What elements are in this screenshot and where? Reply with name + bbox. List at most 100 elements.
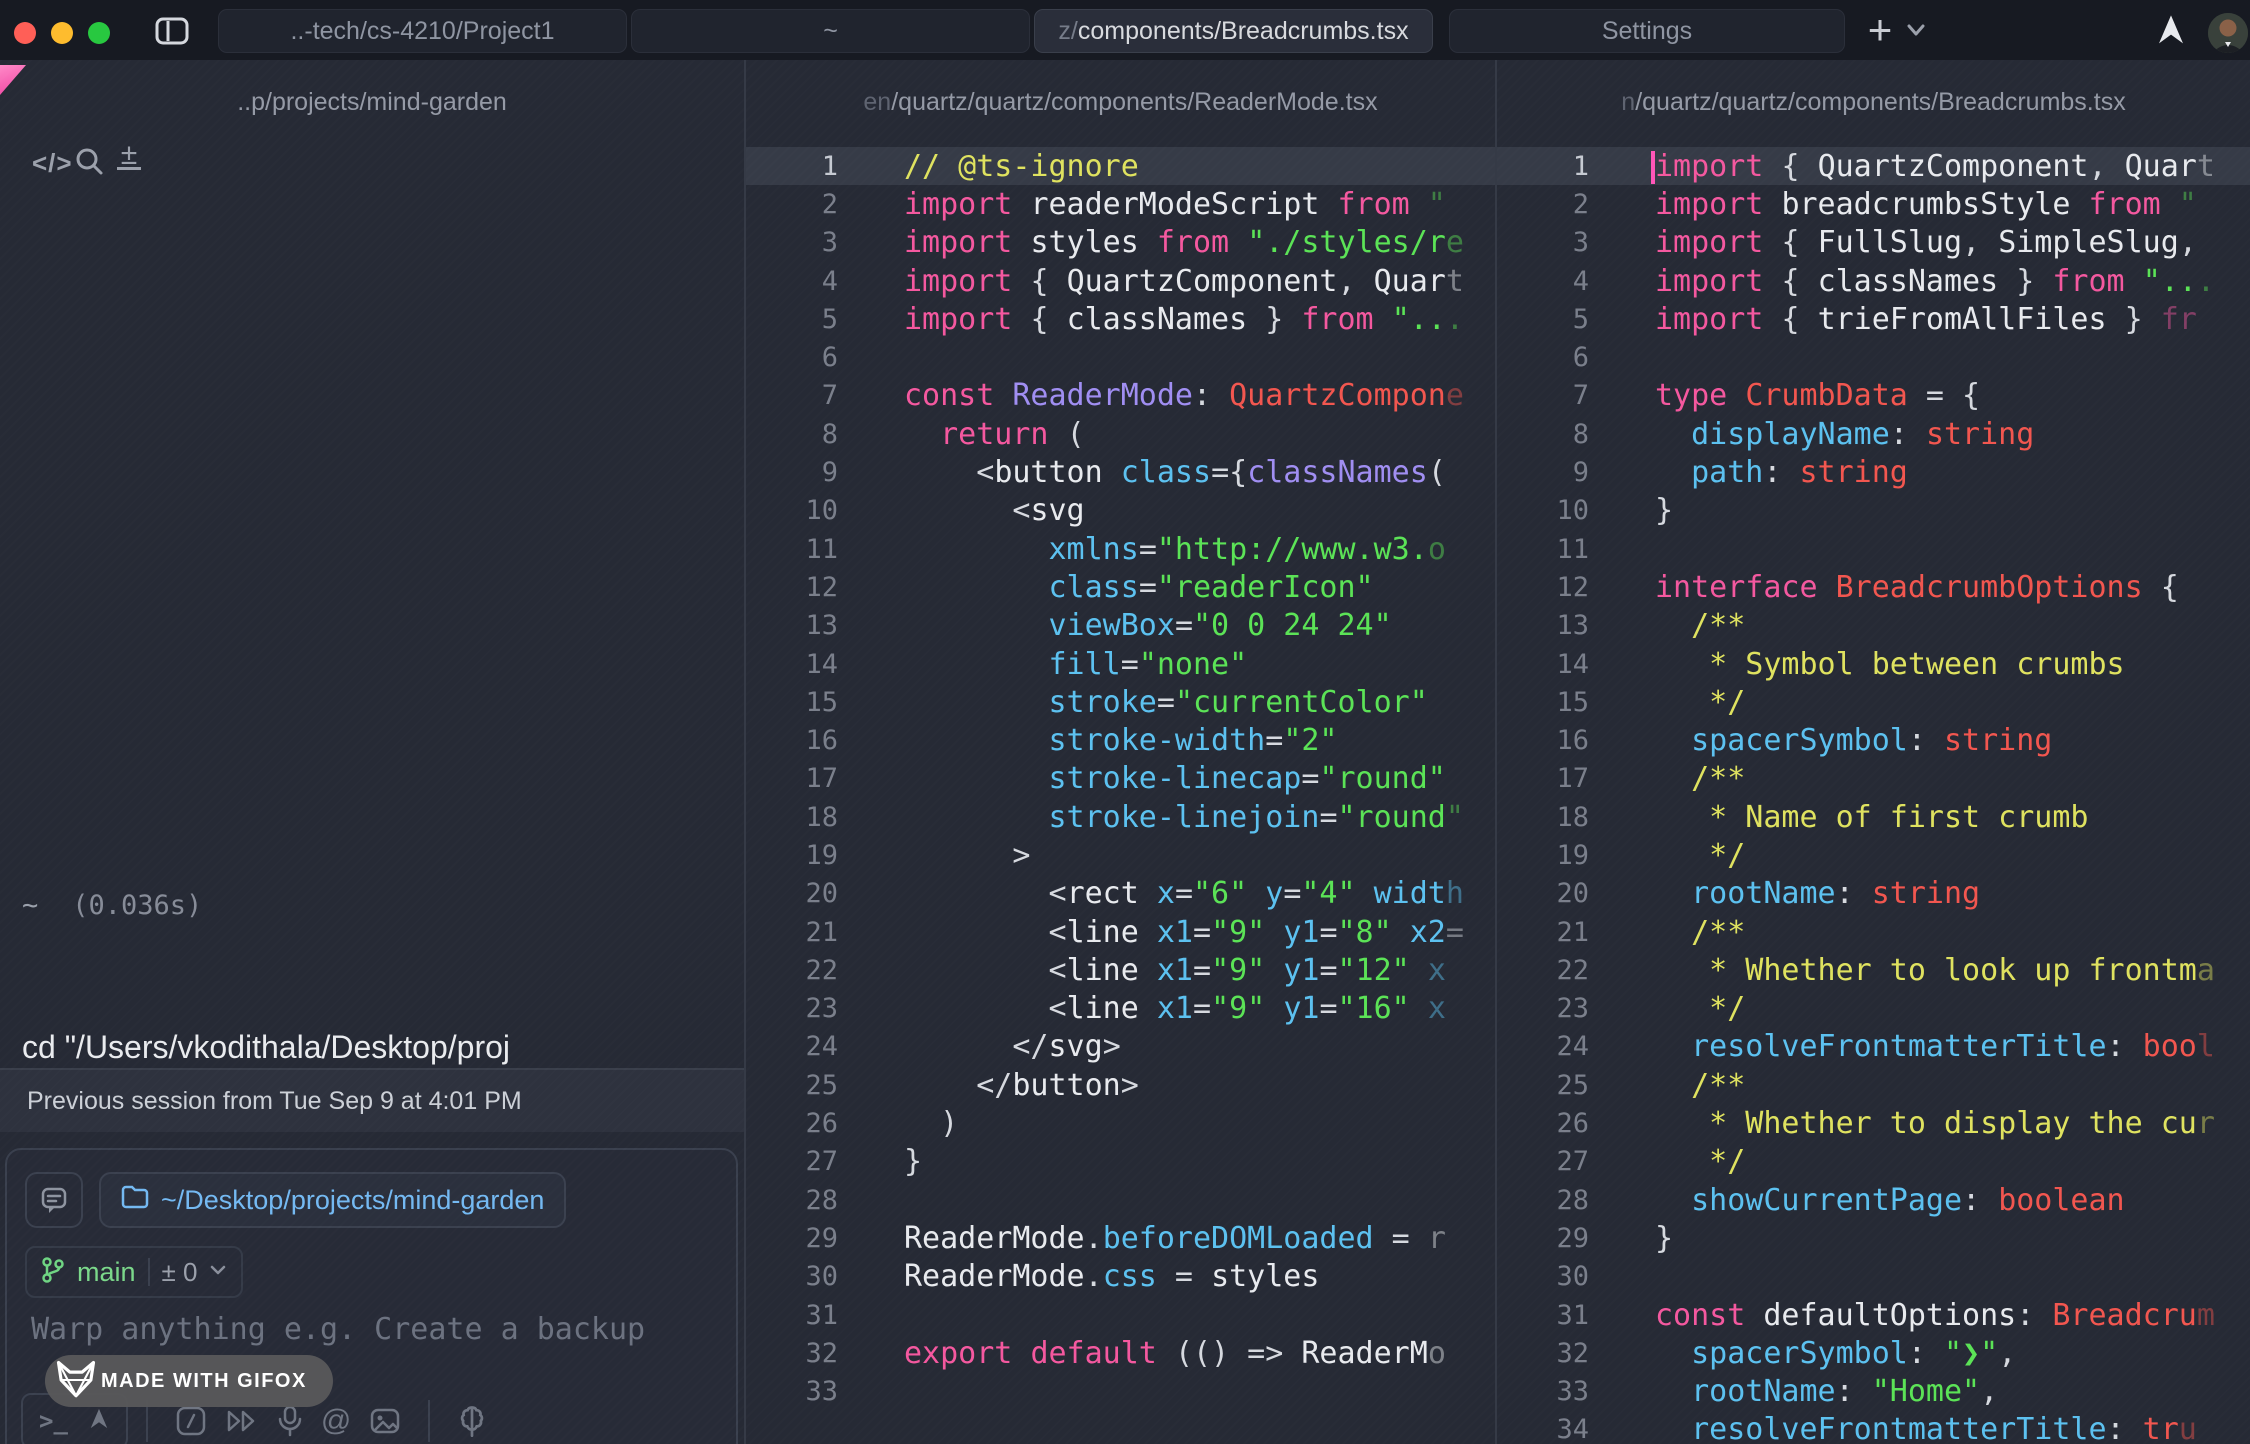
slash-command-icon[interactable] bbox=[175, 1405, 207, 1437]
code-line[interactable]: 11 xmlns="http://www.w3.o bbox=[746, 530, 1495, 568]
code-line[interactable]: 5import { trieFromAllFiles } fr bbox=[1497, 300, 2250, 338]
code-line[interactable]: 7type CrumbData = { bbox=[1497, 377, 2250, 415]
code-line[interactable]: 21 /** bbox=[1497, 913, 2250, 951]
code-view[interactable]: 1// @ts-ignore2import readerModeScript f… bbox=[746, 147, 1495, 1411]
code-line[interactable]: 16 stroke-width="2" bbox=[746, 721, 1495, 759]
code-line[interactable]: 12interface BreadcrumbOptions { bbox=[1497, 568, 2250, 606]
code-line[interactable]: 27 */ bbox=[1497, 1143, 2250, 1181]
code-line[interactable]: 13 /** bbox=[1497, 607, 2250, 645]
terminal-pane[interactable]: </> ± ..p/projects/mind-garden ~(0.036s)… bbox=[0, 60, 746, 1444]
code-line[interactable]: 34 resolveFrontmatterTitle: tru bbox=[1497, 1411, 2250, 1444]
code-line[interactable]: 11 bbox=[1497, 530, 2250, 568]
code-line[interactable]: 32 spacerSymbol: "❯", bbox=[1497, 1334, 2250, 1372]
code-line[interactable]: 15 stroke="currentColor" bbox=[746, 683, 1495, 721]
code-line[interactable]: 1// @ts-ignore bbox=[746, 147, 1495, 185]
code-line[interactable]: 3import styles from "./styles/re bbox=[746, 224, 1495, 262]
code-view-icon[interactable]: </> bbox=[32, 148, 73, 179]
code-line[interactable]: 15 */ bbox=[1497, 683, 2250, 721]
code-line[interactable]: 14 fill="none" bbox=[746, 645, 1495, 683]
code-line[interactable]: 8 return ( bbox=[746, 415, 1495, 453]
code-line[interactable]: 22 <line x1="9" y1="12" x bbox=[746, 951, 1495, 989]
code-line[interactable]: 27} bbox=[746, 1143, 1495, 1181]
code-line[interactable]: 6 bbox=[746, 338, 1495, 376]
code-line[interactable]: 2import breadcrumbsStyle from " bbox=[1497, 185, 2250, 223]
code-line[interactable]: 26 ) bbox=[746, 1104, 1495, 1142]
code-line[interactable]: 28 bbox=[746, 1181, 1495, 1219]
minimize-window-button[interactable] bbox=[51, 22, 73, 44]
code-line[interactable]: 7const ReaderMode: QuartzCompone bbox=[746, 377, 1495, 415]
tab-home[interactable]: ~ bbox=[631, 9, 1030, 53]
tab-breadcrumbs[interactable]: z/components/Breadcrumbs.tsx bbox=[1034, 9, 1433, 53]
code-line[interactable]: 20 rootName: string bbox=[1497, 875, 2250, 913]
code-line[interactable]: 24 </svg> bbox=[746, 1028, 1495, 1066]
code-line[interactable]: 20 <rect x="6" y="4" width bbox=[746, 875, 1495, 913]
command-input-placeholder[interactable]: Warp anything e.g. Create a backup bbox=[31, 1312, 645, 1347]
code-line[interactable]: 10 <svg bbox=[746, 492, 1495, 530]
add-block-icon[interactable]: ± bbox=[117, 144, 141, 170]
code-line[interactable]: 18 * Name of first crumb bbox=[1497, 798, 2250, 836]
warp-ai-mode-icon[interactable] bbox=[88, 1407, 110, 1436]
code-line[interactable]: 22 * Whether to look up frontma bbox=[1497, 951, 2250, 989]
code-line[interactable]: 5import { classNames } from "... bbox=[746, 300, 1495, 338]
image-attach-icon[interactable] bbox=[369, 1407, 401, 1435]
code-line[interactable]: 30ReaderMode.css = styles bbox=[746, 1258, 1495, 1296]
code-line[interactable]: 31const defaultOptions: Breadcrum bbox=[1497, 1296, 2250, 1334]
code-line[interactable]: 6 bbox=[1497, 338, 2250, 376]
code-line[interactable]: 25 /** bbox=[1497, 1066, 2250, 1104]
code-line[interactable]: 17 stroke-linecap="round" bbox=[746, 760, 1495, 798]
avatar[interactable] bbox=[2208, 13, 2248, 53]
chevron-down-icon[interactable] bbox=[209, 1263, 227, 1281]
code-line[interactable]: 33 rootName: "Home", bbox=[1497, 1373, 2250, 1411]
git-status-pill[interactable]: main ± 0 bbox=[25, 1246, 243, 1298]
editor-pane-readermode[interactable]: en/quartz/quartz/components/ReaderMode.t… bbox=[746, 60, 1497, 1444]
code-line[interactable]: 10} bbox=[1497, 492, 2250, 530]
code-line[interactable]: 32export default (() => ReaderMo bbox=[746, 1334, 1495, 1372]
code-line[interactable]: 9 path: string bbox=[1497, 453, 2250, 491]
new-tab-button[interactable]: + bbox=[1860, 6, 1900, 54]
search-icon[interactable] bbox=[74, 146, 104, 181]
code-line[interactable]: 9 <button class={classNames( bbox=[746, 453, 1495, 491]
microphone-icon[interactable] bbox=[277, 1405, 303, 1437]
code-line[interactable]: 16 spacerSymbol: string bbox=[1497, 721, 2250, 759]
maximize-window-button[interactable] bbox=[88, 22, 110, 44]
code-line[interactable]: 3import { FullSlug, SimpleSlug, bbox=[1497, 224, 2250, 262]
code-line[interactable]: 28 showCurrentPage: boolean bbox=[1497, 1181, 2250, 1219]
code-line[interactable]: 4import { QuartzComponent, Quart bbox=[746, 262, 1495, 300]
tab-project1[interactable]: ..-tech/cs-4210/Project1 bbox=[218, 9, 627, 53]
code-line[interactable]: 14 * Symbol between crumbs bbox=[1497, 645, 2250, 683]
code-line[interactable]: 23 */ bbox=[1497, 990, 2250, 1028]
working-directory-pill[interactable]: ~/Desktop/projects/mind-garden bbox=[99, 1172, 566, 1228]
code-line[interactable]: 19 */ bbox=[1497, 836, 2250, 874]
code-text: return ( bbox=[838, 417, 1495, 452]
code-line[interactable]: 25 </button> bbox=[746, 1066, 1495, 1104]
mention-icon[interactable]: @ bbox=[321, 1404, 351, 1438]
tab-settings[interactable]: Settings bbox=[1449, 9, 1845, 53]
chevron-down-icon[interactable] bbox=[1905, 22, 1927, 43]
code-line[interactable]: 26 * Whether to display the cur bbox=[1497, 1104, 2250, 1142]
code-line[interactable]: 2import readerModeScript from " bbox=[746, 185, 1495, 223]
editor-pane-breadcrumbs[interactable]: n/quartz/quartz/components/Breadcrumbs.t… bbox=[1497, 60, 2250, 1444]
code-line[interactable]: 31 bbox=[746, 1296, 1495, 1334]
sidebar-toggle-icon[interactable] bbox=[155, 17, 189, 45]
code-line[interactable]: 21 <line x1="9" y1="8" x2= bbox=[746, 913, 1495, 951]
code-line[interactable]: 30 bbox=[1497, 1258, 2250, 1296]
code-line[interactable]: 8 displayName: string bbox=[1497, 415, 2250, 453]
code-line[interactable]: 18 stroke-linejoin="round" bbox=[746, 798, 1495, 836]
ai-brain-icon[interactable] bbox=[457, 1405, 487, 1437]
code-line[interactable]: 29} bbox=[1497, 1219, 2250, 1257]
code-line[interactable]: 1import { QuartzComponent, Quart bbox=[1497, 147, 2250, 185]
code-line[interactable]: 33 bbox=[746, 1373, 1495, 1411]
fast-forward-icon[interactable] bbox=[225, 1408, 259, 1434]
close-window-button[interactable] bbox=[14, 22, 36, 44]
chat-bubble-button[interactable] bbox=[25, 1172, 83, 1228]
terminal-mode-icon[interactable]: >_ bbox=[39, 1407, 68, 1435]
code-line[interactable]: 24 resolveFrontmatterTitle: bool bbox=[1497, 1028, 2250, 1066]
code-line[interactable]: 4import { classNames } from "... bbox=[1497, 262, 2250, 300]
code-line[interactable]: 23 <line x1="9" y1="16" x bbox=[746, 990, 1495, 1028]
code-line[interactable]: 19 > bbox=[746, 836, 1495, 874]
code-line[interactable]: 13 viewBox="0 0 24 24" bbox=[746, 607, 1495, 645]
code-line[interactable]: 17 /** bbox=[1497, 760, 2250, 798]
code-view[interactable]: 1import { QuartzComponent, Quart2import … bbox=[1497, 147, 2250, 1444]
code-line[interactable]: 29ReaderMode.beforeDOMLoaded = r bbox=[746, 1219, 1495, 1257]
code-line[interactable]: 12 class="readerIcon" bbox=[746, 568, 1495, 606]
